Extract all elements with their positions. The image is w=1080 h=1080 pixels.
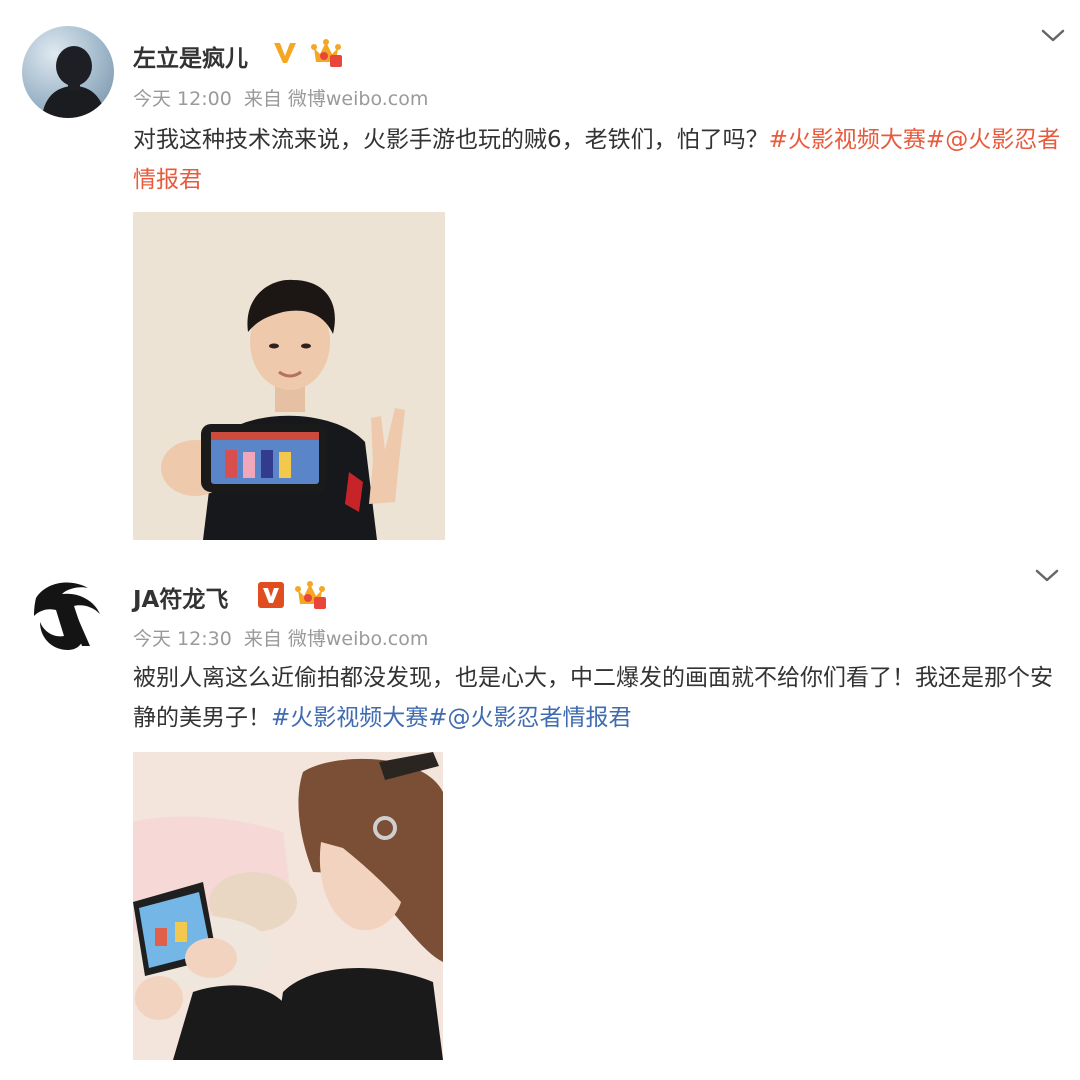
weibo-post: 左立是疯儿 今天 12:00 来自 微博weibo.com 对我这种技术流来说，…: [0, 0, 1080, 548]
post-time[interactable]: 今天 12:30: [133, 628, 232, 650]
hashtag-link[interactable]: #火影视频大赛#: [769, 127, 946, 153]
verified-v-icon: [258, 582, 284, 608]
username[interactable]: 左立是疯儿: [133, 39, 248, 73]
username[interactable]: JA符龙飞: [133, 580, 228, 614]
post-photo[interactable]: [133, 752, 443, 1060]
post-meta: 今天 12:30 来自 微博weibo.com: [133, 624, 434, 651]
post-meta: 今天 12:00 来自 微博weibo.com: [133, 84, 434, 111]
post-source[interactable]: 来自 微博weibo.com: [244, 628, 429, 650]
post-text-body: 对我这种技术流来说，火影手游也玩的贼6，老铁们，怕了吗？: [133, 127, 769, 153]
post-source[interactable]: 来自 微博weibo.com: [244, 88, 429, 110]
user-avatar[interactable]: [22, 26, 114, 118]
chevron-down-icon[interactable]: [1032, 566, 1062, 586]
weibo-post: JA符龙飞 今天 12:30 来自 微博weibo.com 被别人离这么近偷拍都…: [0, 548, 1080, 1080]
hashtag-link[interactable]: #火影视频大赛#: [271, 705, 448, 731]
chevron-down-icon[interactable]: [1038, 26, 1068, 46]
user-avatar[interactable]: [22, 570, 114, 662]
vip-crown-icon[interactable]: [310, 38, 344, 68]
post-text: 被别人离这么近偷拍都没发现，也是心大，中二爆发的画面就不给你们看了！我还是那个安…: [133, 658, 1073, 738]
vip-crown-icon[interactable]: [294, 580, 328, 610]
post-text: 对我这种技术流来说，火影手游也玩的贼6，老铁们，怕了吗？#火影视频大赛#@火影忍…: [133, 120, 1073, 200]
post-time[interactable]: 今天 12:00: [133, 88, 232, 110]
post-photo[interactable]: [133, 212, 445, 540]
mention-link[interactable]: @火影忍者情报君: [448, 705, 632, 731]
verified-v-icon: [272, 40, 298, 66]
